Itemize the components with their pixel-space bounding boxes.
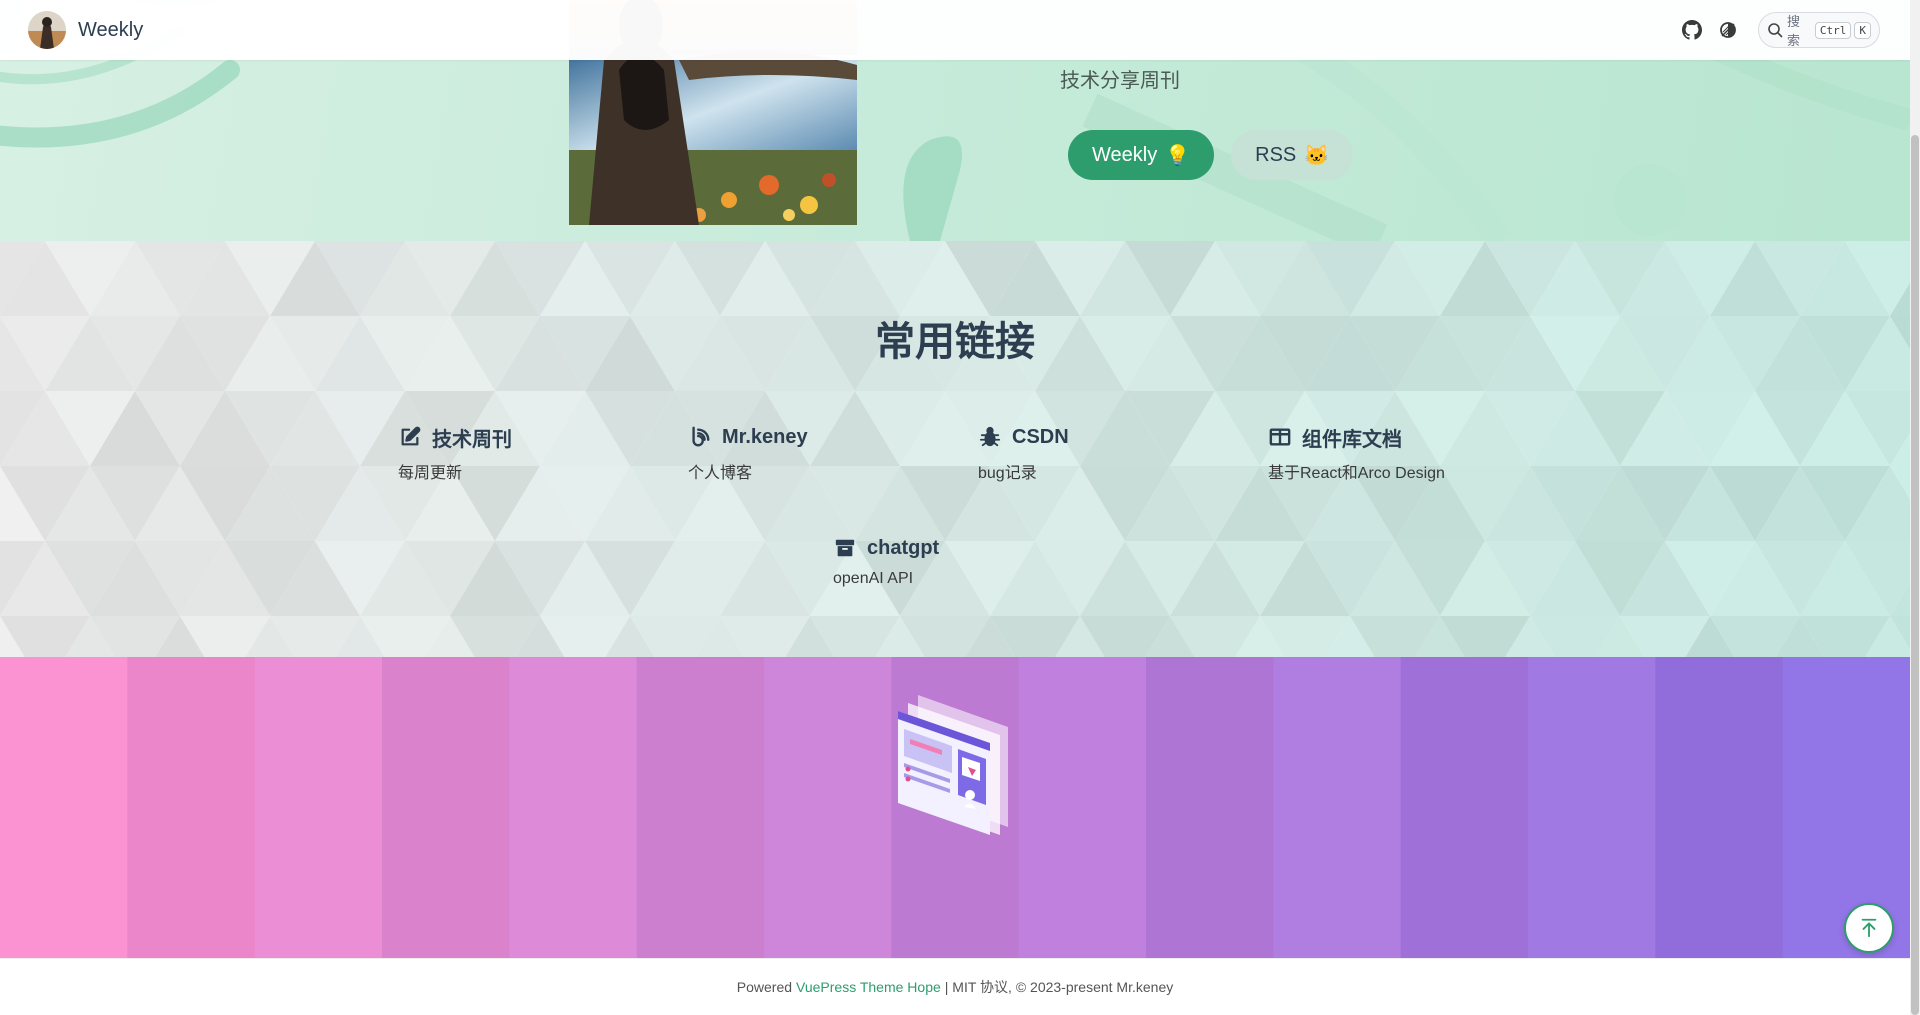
feature-desc: bug记录 <box>978 465 1037 482</box>
feature-desc: 个人博客 <box>688 465 753 482</box>
site-title: Weekly <box>78 18 144 41</box>
hero-actions: Weekly 💡 RSS 🐱 <box>1068 130 1354 180</box>
page-scrollbar[interactable] <box>1910 0 1920 1015</box>
feature-card-blog[interactable]: Mr.keney 个人博客 <box>688 423 958 483</box>
github-icon[interactable] <box>1674 12 1710 48</box>
search-key-k: K <box>1854 21 1871 39</box>
feature-title: Mr.keney <box>722 425 808 448</box>
weekly-button-label: Weekly <box>1092 143 1158 166</box>
feature-desc: 基于React和Arco Design <box>1268 465 1445 482</box>
search-icon <box>1767 22 1783 38</box>
avatar-icon <box>28 11 66 49</box>
weekly-button[interactable]: Weekly 💡 <box>1068 130 1215 180</box>
book-open-icon <box>1268 425 1292 449</box>
archive-icon <box>833 536 857 560</box>
footer: Powered VuePress Theme Hope | MIT 协议, © … <box>0 958 1910 1015</box>
footer-prefix: Powered <box>736 979 793 995</box>
hero-subtitle: 技术分享周刊 <box>1060 70 1180 92</box>
features-title: 常用链接 <box>875 320 1035 364</box>
feature-card-csdn[interactable]: CSDN bug记录 <box>978 423 1248 483</box>
lightbulb-icon: 💡 <box>1165 144 1191 167</box>
rss-button-label: RSS <box>1255 143 1297 166</box>
feature-desc: openAI API <box>833 570 914 587</box>
cat-icon: 🐱 <box>1304 144 1330 167</box>
rss-button[interactable]: RSS 🐱 <box>1231 130 1354 180</box>
feature-card-chatgpt[interactable]: chatgpt openAI API <box>833 534 1103 588</box>
site-brand[interactable]: Weekly <box>28 11 143 49</box>
search-button[interactable]: 搜索 Ctrl K <box>1758 12 1880 48</box>
feature-card-weekly[interactable]: 技术周刊 每周更新 <box>398 423 668 483</box>
back-to-top-button[interactable] <box>1844 903 1894 953</box>
search-placeholder: 搜索 <box>1787 14 1801 48</box>
footer-copyright: | MIT 协议, © 2023-present Mr.keney <box>944 979 1174 995</box>
arrow-up-icon <box>1861 918 1877 938</box>
scrollbar-thumb[interactable] <box>1911 135 1919 1015</box>
feature-desc: 每周更新 <box>398 465 463 482</box>
feature-title: chatgpt <box>867 536 940 559</box>
theme-toggle-icon[interactable] <box>1710 12 1746 48</box>
navbar: Weekly 搜索 Ctrl K <box>0 0 1910 60</box>
layout-illustration <box>898 695 1008 835</box>
feature-title: CSDN <box>1012 425 1069 448</box>
blog-icon <box>688 425 712 449</box>
feature-title: 组件库文档 <box>1302 428 1402 451</box>
feature-title: 技术周刊 <box>432 428 512 451</box>
feature-card-docs[interactable]: 组件库文档 基于React和Arco Design <box>1268 423 1538 483</box>
search-key-ctrl: Ctrl <box>1814 21 1852 39</box>
navbar-actions: 搜索 Ctrl K <box>1674 12 1880 48</box>
edit-icon <box>398 425 422 449</box>
highlight-section <box>0 657 1910 958</box>
bug-icon <box>978 425 1002 449</box>
footer-theme-link[interactable]: VuePress Theme Hope <box>796 979 941 995</box>
features-section: 常用链接 技术周刊 每周更新 Mr.keney 个人博客 CSDN bug记录 … <box>0 241 1910 657</box>
